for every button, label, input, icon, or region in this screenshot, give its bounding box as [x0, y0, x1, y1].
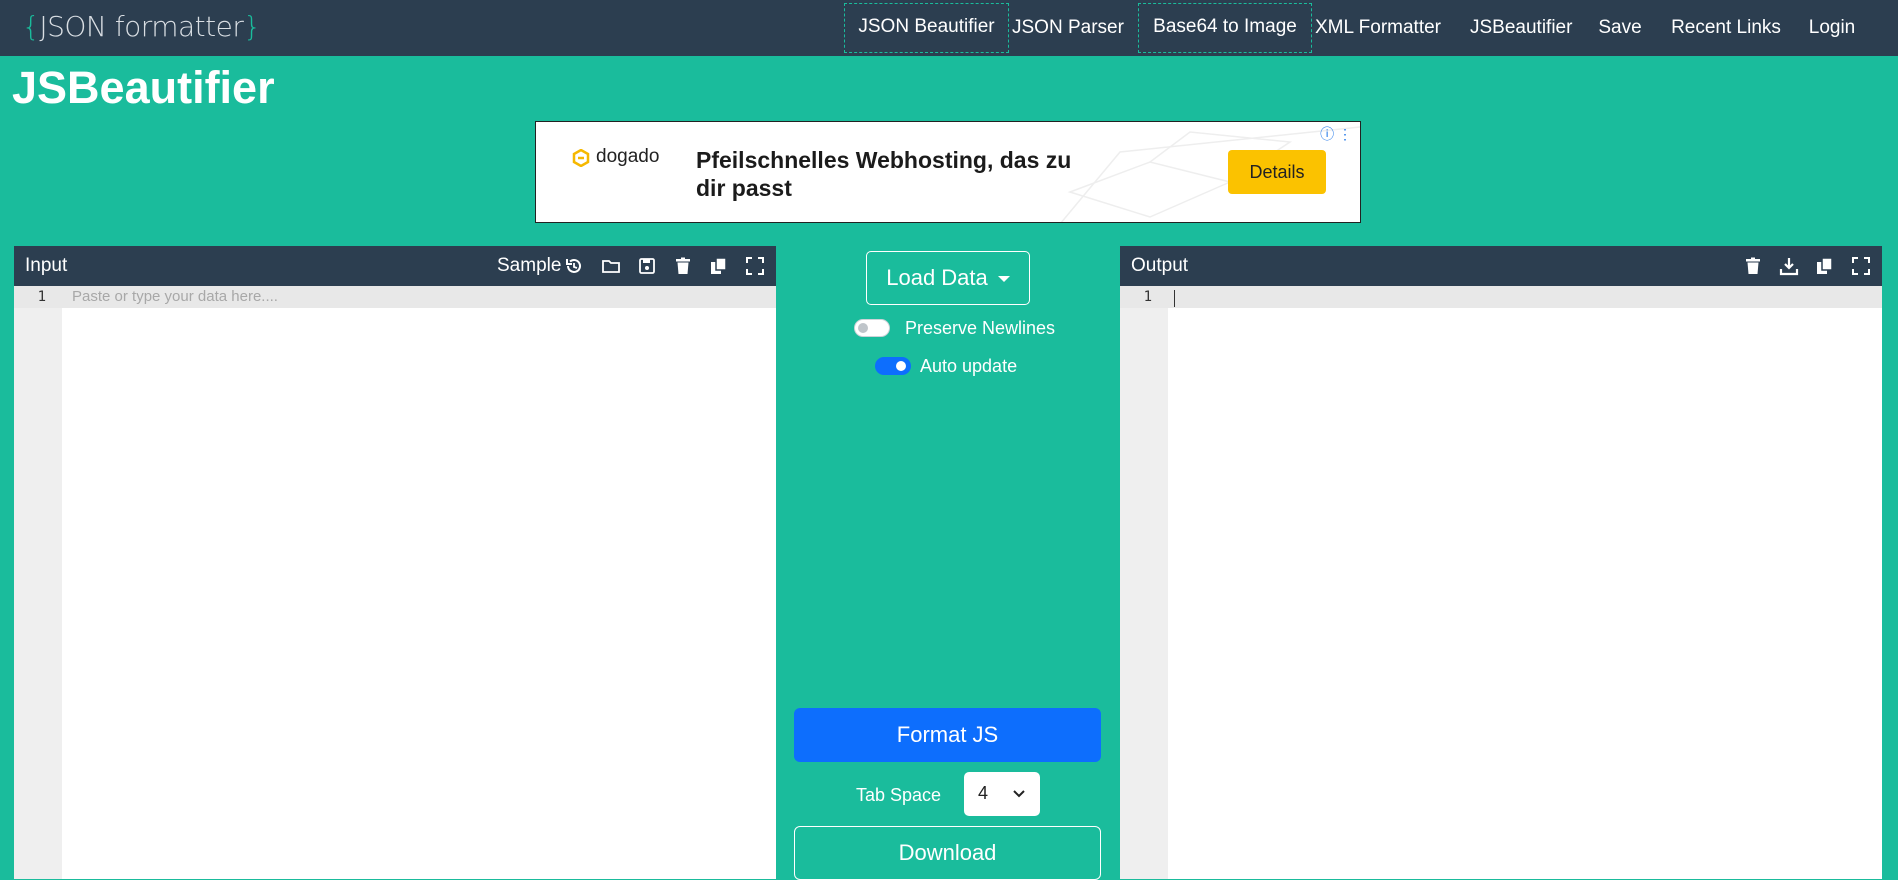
nav-json-parser[interactable]: JSON Parser — [1012, 0, 1124, 56]
load-data-dropdown[interactable]: Load Data — [866, 251, 1030, 305]
nav-base64-to-image[interactable]: Base64 to Image — [1138, 3, 1312, 53]
top-navbar: {JSON formatter} JSON Beautifier JSON Pa… — [0, 0, 1898, 56]
nav-jsbeautifier[interactable]: JSBeautifier — [1470, 0, 1572, 56]
trash-icon[interactable] — [673, 256, 693, 276]
input-line-number: 1 — [37, 289, 46, 305]
copy-icon[interactable] — [1815, 256, 1835, 276]
ad-headline: Pfeilschnelles Webhosting, das zu dir pa… — [696, 147, 1072, 201]
input-editor[interactable]: 1 Paste or type your data here.... — [14, 286, 776, 879]
tab-space-select[interactable]: 4 — [964, 772, 1040, 816]
logo-text: JSON formatter — [39, 10, 244, 43]
copy-icon[interactable] — [709, 256, 729, 276]
output-panel-header: Output — [1120, 246, 1882, 286]
page-title: JSBeautifier — [12, 62, 275, 113]
auto-update-toggle[interactable] — [875, 357, 911, 375]
trash-icon[interactable] — [1743, 256, 1763, 276]
input-title: Input — [25, 255, 68, 276]
toggle-knob — [896, 361, 906, 371]
output-editor[interactable]: 1 — [1120, 286, 1882, 879]
tab-space-label: Tab Space — [856, 785, 942, 805]
toggle-knob — [858, 323, 868, 333]
output-text-cursor — [1174, 290, 1175, 307]
nav-json-beautifier[interactable]: JSON Beautifier — [844, 3, 1009, 53]
open-folder-icon[interactable] — [601, 256, 621, 276]
nav-xml-formatter[interactable]: XML Formatter — [1313, 0, 1443, 56]
site-logo[interactable]: {JSON formatter} — [22, 10, 261, 43]
nav-recent-links[interactable]: Recent Links — [1669, 0, 1783, 56]
dogado-logo-icon — [572, 149, 590, 167]
logo-close-brace: } — [243, 10, 261, 43]
output-active-line — [1120, 286, 1882, 308]
nav-save[interactable]: Save — [1596, 0, 1644, 56]
fullscreen-icon[interactable] — [745, 256, 765, 276]
ad-info-icon[interactable]: ⓘ ⋮ — [1320, 124, 1352, 144]
input-placeholder: Paste or type your data here.... — [72, 288, 278, 305]
ad-brand-name: dogado — [596, 146, 660, 167]
ad-details-button[interactable]: Details — [1228, 150, 1326, 194]
save-icon[interactable] — [637, 256, 657, 276]
advertisement-banner[interactable]: dogado Pfeilschnelles Webhosting, das zu… — [535, 121, 1361, 223]
caret-down-icon — [997, 276, 1010, 283]
tab-space-value: 4 — [978, 783, 989, 803]
output-line-number: 1 — [1143, 289, 1152, 305]
output-gutter — [1120, 286, 1168, 879]
history-icon[interactable] — [564, 256, 584, 276]
auto-update-label: Auto update — [920, 356, 1018, 376]
format-js-button[interactable]: Format JS — [794, 708, 1101, 762]
input-panel-header: Input Sample — [14, 246, 776, 286]
fullscreen-icon[interactable] — [1851, 256, 1871, 276]
chevron-down-icon — [1013, 790, 1025, 798]
input-gutter — [14, 286, 62, 879]
sample-button[interactable]: Sample — [497, 246, 561, 286]
nav-login[interactable]: Login — [1806, 0, 1858, 56]
output-title: Output — [1131, 255, 1189, 276]
download-icon[interactable] — [1779, 256, 1799, 276]
download-button[interactable]: Download — [794, 826, 1101, 880]
preserve-newlines-label: Preserve Newlines — [905, 318, 1056, 338]
preserve-newlines-toggle[interactable] — [854, 319, 890, 337]
logo-open-brace: { — [22, 10, 40, 43]
load-data-label: Load Data — [886, 265, 988, 290]
